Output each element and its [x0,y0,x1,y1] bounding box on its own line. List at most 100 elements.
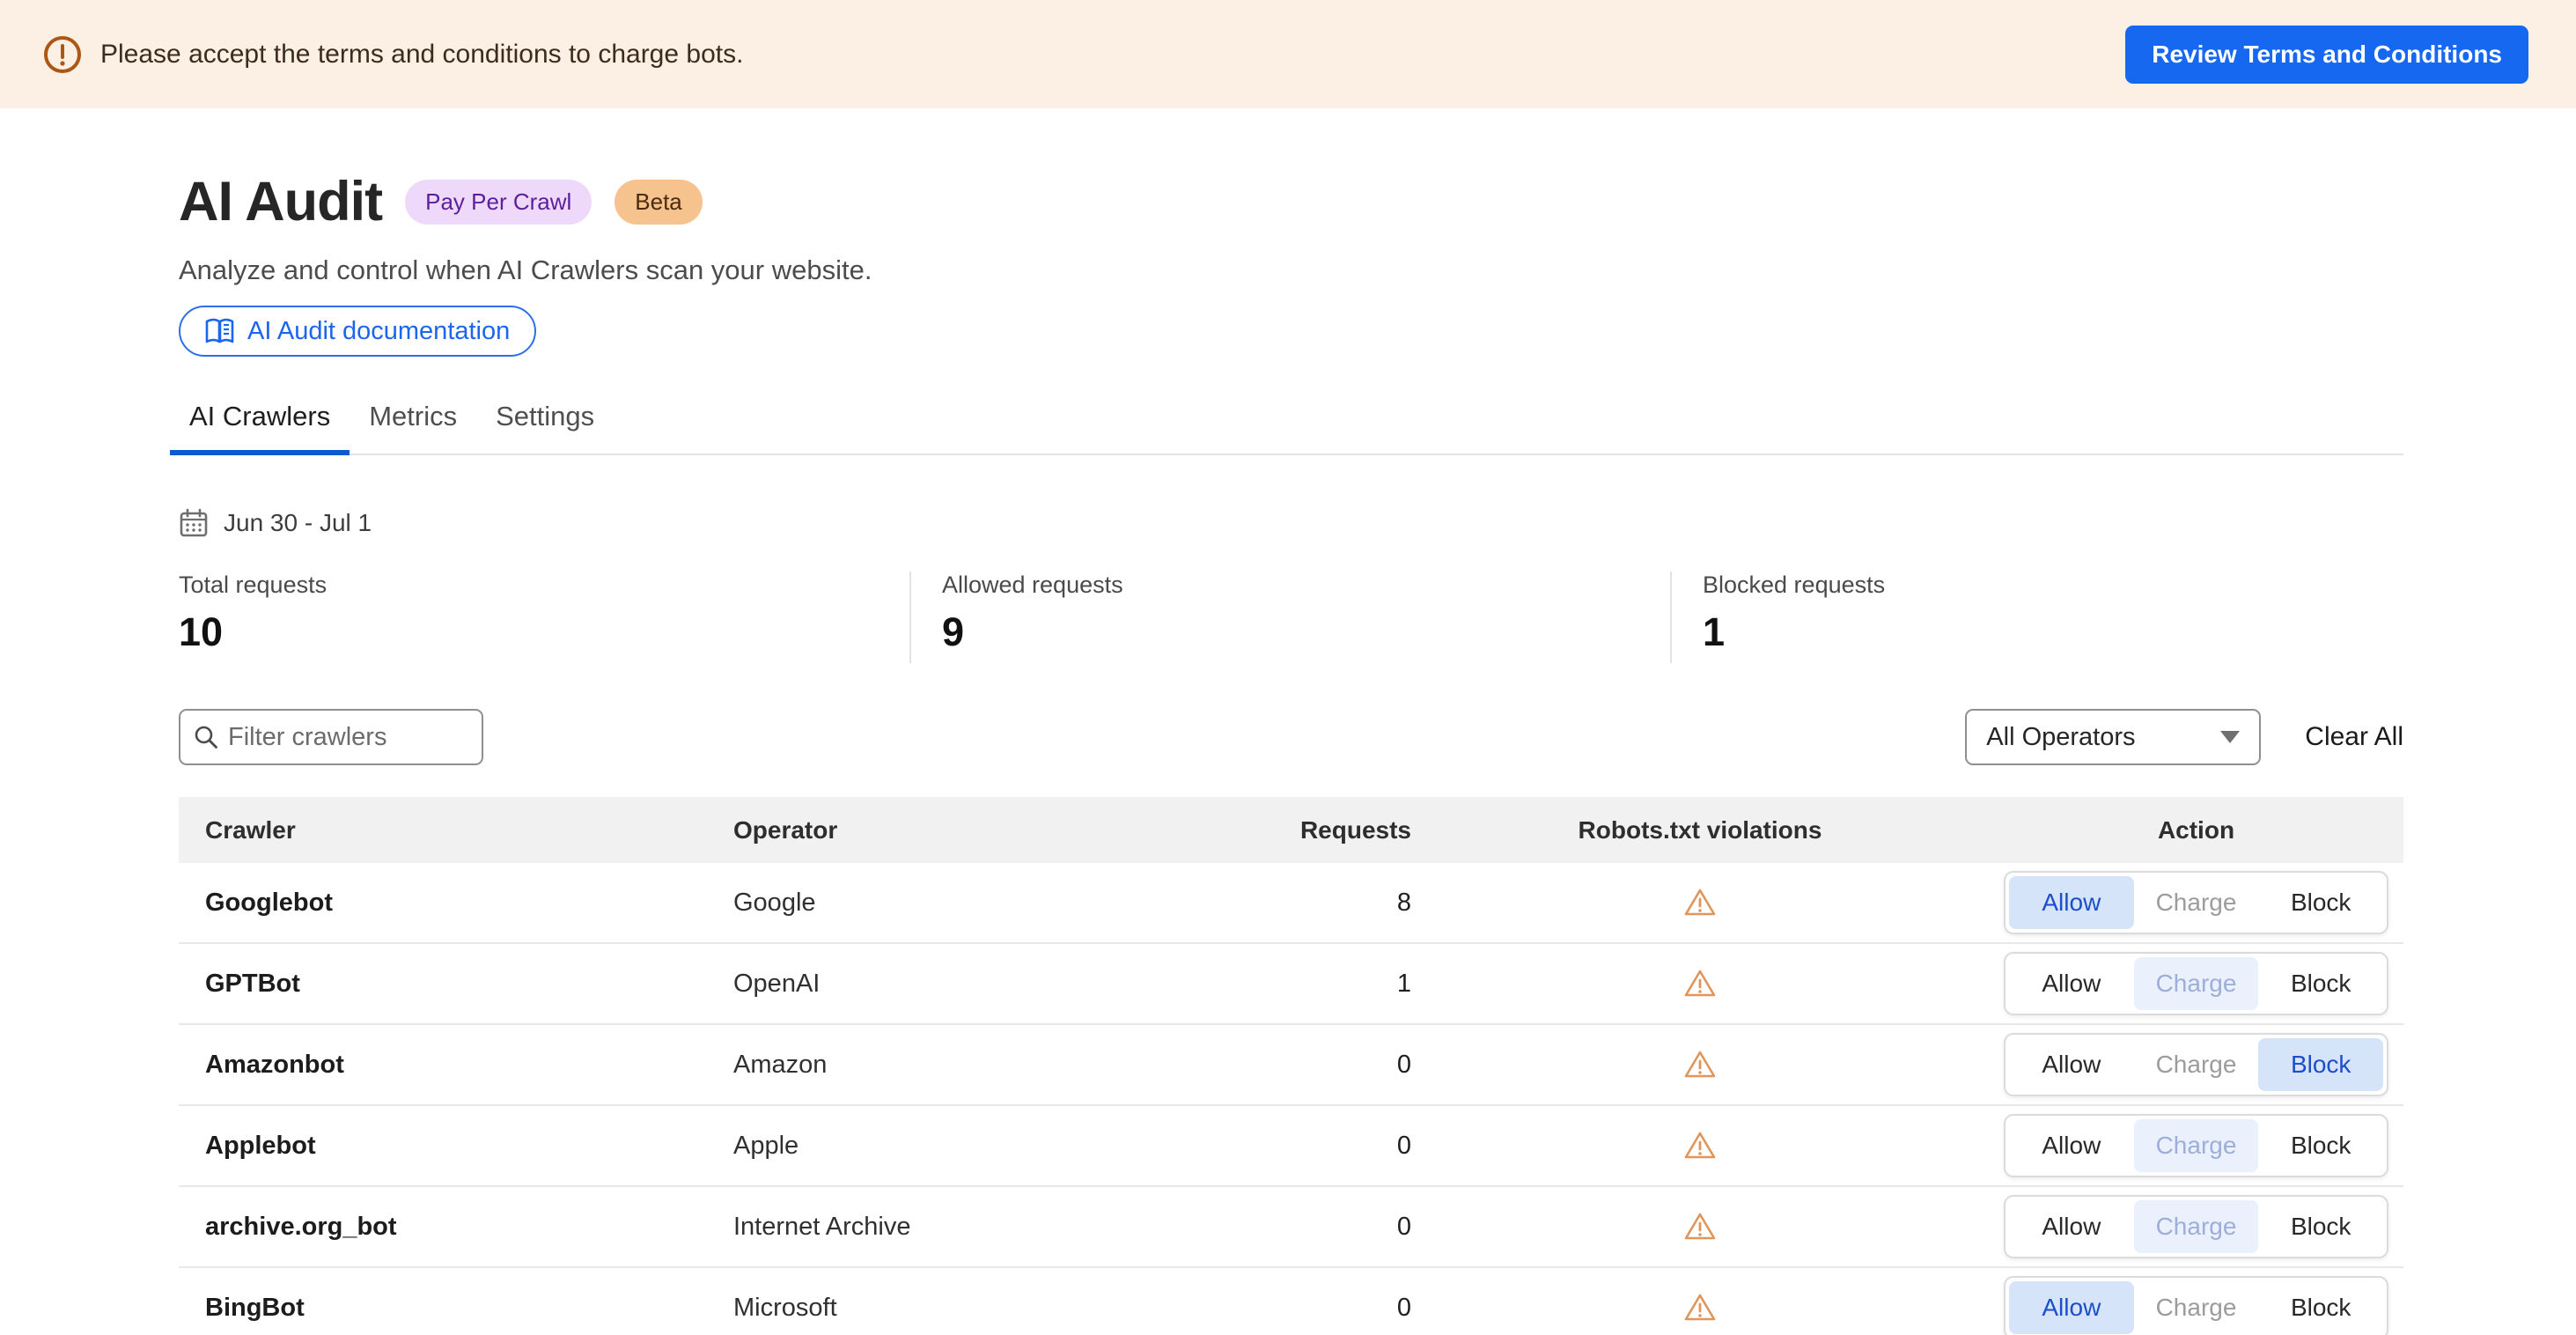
date-range-picker[interactable]: Jun 30 - Jul 1 [179,508,2403,538]
requests-count: 1 [1218,970,1411,999]
action-button-group: AllowChargeBlock [2004,1114,2388,1177]
action-allow-button[interactable]: Allow [2009,1200,2134,1253]
filter-crawlers-field [179,709,483,765]
action-button-group: AllowChargeBlock [2004,1195,2388,1258]
operator-name: Internet Archive [733,1213,1218,1242]
clear-all-button[interactable]: Clear All [2305,722,2403,752]
crawler-name: Googlebot [179,889,733,918]
action-charge-button[interactable]: Charge [2134,957,2259,1010]
table-row: BingBot Microsoft 0 AllowChargeBlock [179,1268,2403,1335]
documentation-button-label: AI Audit documentation [247,317,510,346]
stat-label: Blocked requests [1703,572,2403,599]
action-allow-button[interactable]: Allow [2009,1038,2134,1091]
main-content: AI Audit Pay Per Crawl Beta Analyze and … [0,170,2576,1335]
banner-message: Please accept the terms and conditions t… [100,40,743,70]
stat-total-requests: Total requests 10 [179,572,909,663]
column-header-crawler: Crawler [179,816,733,845]
crawler-name: BingBot [179,1294,733,1323]
action-allow-button[interactable]: Allow [2009,957,2134,1010]
action-charge-button[interactable]: Charge [2134,1038,2259,1091]
toolbar-right: All Operators Clear All [1965,709,2403,765]
action-block-button[interactable]: Block [2258,1038,2383,1091]
tab-ai-crawlers[interactable]: AI Crawlers [170,401,350,455]
action-block-button[interactable]: Block [2258,957,2383,1010]
requests-count: 0 [1218,1213,1411,1242]
action-button-group: AllowChargeBlock [2004,871,2388,934]
action-allow-button[interactable]: Allow [2009,876,2134,929]
requests-count: 0 [1218,1132,1411,1161]
date-range-label: Jun 30 - Jul 1 [224,509,372,537]
table-toolbar: All Operators Clear All [179,709,2403,765]
action-charge-button[interactable]: Charge [2134,1281,2259,1334]
book-icon [205,318,234,344]
action-button-group: AllowChargeBlock [2004,952,2388,1015]
action-button-group: AllowChargeBlock [2004,1276,2388,1335]
review-terms-button[interactable]: Review Terms and Conditions [2125,26,2528,84]
requests-count: 0 [1218,1051,1411,1080]
page-title: AI Audit [179,170,382,233]
column-header-violations: Robots.txt violations [1411,816,1989,845]
page-subtitle: Analyze and control when AI Crawlers sca… [179,254,2403,286]
alert-circle-icon [42,34,83,75]
action-block-button[interactable]: Block [2258,1200,2383,1253]
action-allow-button[interactable]: Allow [2009,1119,2134,1172]
tab-metrics[interactable]: Metrics [350,401,476,455]
operator-name: Apple [733,1132,1218,1161]
stat-label: Allowed requests [942,572,1670,599]
action-block-button[interactable]: Block [2258,1281,2383,1334]
search-icon [193,724,219,750]
tab-bar: AI CrawlersMetricsSettings [179,401,2403,455]
crawlers-table: Crawler Operator Requests Robots.txt vio… [179,797,2403,1335]
action-charge-button[interactable]: Charge [2134,1119,2259,1172]
action-allow-button[interactable]: Allow [2009,1281,2134,1334]
table-row: Googlebot Google 8 AllowChargeBlock [179,863,2403,944]
documentation-button[interactable]: AI Audit documentation [179,306,536,357]
stats-summary: Total requests10Allowed requests9Blocked… [179,572,2403,663]
warning-triangle-icon[interactable] [1683,887,1717,918]
crawler-name: archive.org_bot [179,1213,733,1242]
title-row: AI Audit Pay Per Crawl Beta [179,170,2403,233]
action-charge-button[interactable]: Charge [2134,1200,2259,1253]
filter-crawlers-input[interactable] [179,709,483,765]
warning-triangle-icon[interactable] [1683,1211,1717,1243]
action-block-button[interactable]: Block [2258,876,2383,929]
action-block-button[interactable]: Block [2258,1119,2383,1172]
calendar-icon [179,508,209,538]
warning-triangle-icon[interactable] [1683,1049,1717,1081]
column-header-requests: Requests [1218,816,1411,845]
crawler-name: Amazonbot [179,1051,733,1080]
operator-name: Microsoft [733,1294,1218,1323]
stat-label: Total requests [179,572,909,599]
warning-triangle-icon[interactable] [1683,968,1717,999]
stat-allowed-requests: Allowed requests 9 [909,572,1670,663]
crawler-name: Applebot [179,1132,733,1161]
operator-filter-value: All Operators [1986,723,2135,752]
action-button-group: AllowChargeBlock [2004,1033,2388,1096]
operator-name: OpenAI [733,970,1218,999]
stat-value: 10 [179,609,909,655]
pay-per-crawl-badge: Pay Per Crawl [405,180,592,225]
table-row: Amazonbot Amazon 0 AllowChargeBlock [179,1025,2403,1106]
stat-value: 1 [1703,609,2403,655]
operator-filter-select[interactable]: All Operators [1965,709,2261,765]
table-body: Googlebot Google 8 AllowChargeBlock GPTB… [179,863,2403,1335]
warning-triangle-icon[interactable] [1683,1130,1717,1162]
warning-triangle-icon[interactable] [1683,1292,1717,1324]
table-row: archive.org_bot Internet Archive 0 Allow… [179,1187,2403,1268]
beta-badge: Beta [615,180,703,225]
table-row: Applebot Apple 0 AllowChargeBlock [179,1106,2403,1187]
operator-name: Google [733,889,1218,918]
column-header-action: Action [1989,816,2403,845]
requests-count: 8 [1218,889,1411,918]
table-row: GPTBot OpenAI 1 AllowChargeBlock [179,944,2403,1025]
stat-value: 9 [942,609,1670,655]
chevron-down-icon [2220,731,2240,743]
column-header-operator: Operator [733,816,1218,845]
stat-blocked-requests: Blocked requests 1 [1670,572,2403,663]
terms-banner: Please accept the terms and conditions t… [0,0,2576,108]
table-header: Crawler Operator Requests Robots.txt vio… [179,797,2403,863]
action-charge-button[interactable]: Charge [2134,876,2259,929]
requests-count: 0 [1218,1294,1411,1323]
tab-settings[interactable]: Settings [476,401,614,455]
operator-name: Amazon [733,1051,1218,1080]
